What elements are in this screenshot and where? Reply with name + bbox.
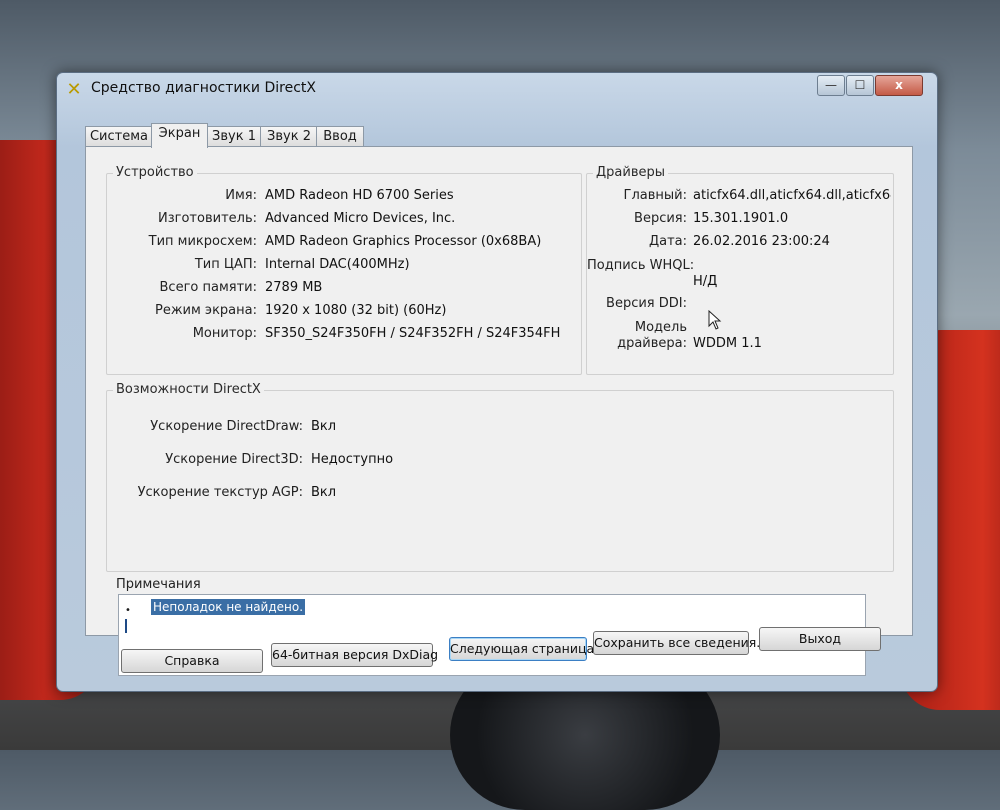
maximize-button[interactable]: ☐ [846, 75, 874, 96]
device-group-title: Устройство [113, 165, 197, 180]
driver-date-label: Дата: [648, 234, 687, 249]
dxdiag-64bit-button[interactable]: 64-битная версия DxDiag [271, 643, 438, 667]
notes-text: Неполадок не найдено. [151, 599, 306, 615]
dac-type-label: Тип ЦАП: [194, 257, 257, 272]
driver-model-label-line2: драйвера: [617, 336, 687, 351]
driver-model-value: WDDM 1.1 [693, 336, 762, 351]
ddi-version-label: Версия DDI: [606, 296, 687, 311]
mouse-cursor-icon [708, 310, 722, 330]
whql-label: Подпись WHQL: [587, 258, 695, 273]
agp-texture-accel-value: Вкл [311, 485, 337, 500]
directx-features-group: Возможности DirectX Ускорение DirectDraw… [106, 382, 894, 572]
text-caret [125, 619, 127, 633]
save-all-info-button[interactable]: Сохранить все сведения... [593, 631, 768, 655]
whql-value: Н/Д [693, 274, 718, 289]
chip-type-value: AMD Radeon Graphics Processor (0x68BA) [265, 234, 542, 249]
directdraw-accel-label: Ускорение DirectDraw: [150, 419, 303, 434]
directdraw-accel-value: Вкл [311, 419, 337, 434]
help-button[interactable]: Справка [121, 649, 263, 673]
tab-sound-1[interactable]: Звук 1 [206, 126, 262, 147]
directx-icon: ✕ [66, 79, 82, 100]
directx-diagnostic-window: ✕ Средство диагностики DirectX — ☐ x Сис… [56, 72, 938, 692]
tab-input[interactable]: Ввод [316, 126, 364, 147]
manufacturer-label: Изготовитель: [158, 211, 257, 226]
drivers-group: Драйверы Главный: aticfx64.dll,aticfx64.… [586, 165, 894, 375]
notes-title: Примечания [116, 577, 201, 592]
driver-version-value: 15.301.1901.0 [693, 211, 789, 226]
device-name-value: AMD Radeon HD 6700 Series [265, 188, 454, 203]
display-mode-label: Режим экрана: [155, 303, 257, 318]
main-driver-value: aticfx64.dll,aticfx64.dll,aticfx64.dll,a [693, 188, 891, 203]
driver-model-label-line1: Модель [634, 320, 687, 335]
tab-system[interactable]: Система [85, 126, 153, 147]
manufacturer-value: Advanced Micro Devices, Inc. [265, 211, 456, 226]
direct3d-accel-label: Ускорение Direct3D: [165, 452, 303, 467]
monitor-label: Монитор: [192, 326, 257, 341]
device-name-label: Имя: [225, 188, 257, 203]
display-mode-value: 1920 x 1080 (32 bit) (60Hz) [265, 303, 447, 318]
directx-features-title: Возможности DirectX [113, 382, 264, 397]
agp-texture-accel-label: Ускорение текстур AGP: [137, 485, 303, 500]
close-button[interactable]: x [875, 75, 923, 96]
display-tab-panel: Устройство Имя: AMD Radeon HD 6700 Serie… [85, 146, 913, 676]
tab-display[interactable]: Экран [151, 123, 208, 148]
title-bar[interactable]: ✕ Средство диагностики DirectX — ☐ x [57, 73, 937, 105]
chip-type-label: Тип микросхем: [148, 234, 257, 249]
next-page-button[interactable]: Следующая страница [449, 637, 594, 661]
main-driver-label: Главный: [623, 188, 687, 203]
total-memory-value: 2789 MB [265, 280, 323, 295]
tab-sound-2[interactable]: Звук 2 [260, 126, 318, 147]
window-title: Средство диагностики DirectX [91, 80, 316, 96]
notes-bullet: • [125, 605, 131, 616]
driver-version-label: Версия: [634, 211, 687, 226]
drivers-group-title: Драйверы [593, 165, 668, 180]
dac-type-value: Internal DAC(400MHz) [265, 257, 410, 272]
monitor-value: SF350_S24F350FH / S24F352FH / S24F354FH [265, 326, 561, 341]
direct3d-accel-value: Недоступно [311, 452, 394, 467]
minimize-button[interactable]: — [817, 75, 845, 96]
driver-date-value: 26.02.2016 23:00:24 [693, 234, 830, 249]
device-group: Устройство Имя: AMD Radeon HD 6700 Serie… [106, 165, 582, 375]
total-memory-label: Всего памяти: [159, 280, 257, 295]
exit-button[interactable]: Выход [759, 627, 881, 651]
